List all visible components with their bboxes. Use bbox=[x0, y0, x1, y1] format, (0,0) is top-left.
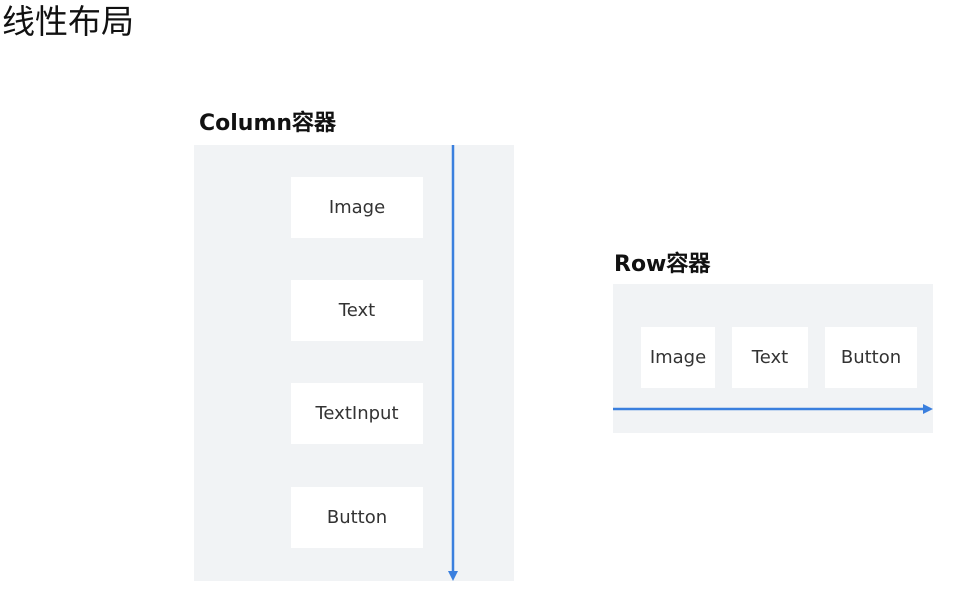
column-container-label: Column容器 bbox=[199, 111, 337, 136]
column-item-textinput: TextInput bbox=[291, 383, 423, 444]
row-item-image: Image bbox=[641, 327, 715, 388]
row-item-button: Button bbox=[825, 327, 917, 388]
row-item-text: Text bbox=[732, 327, 808, 388]
page-title: 线性布局 bbox=[2, 2, 134, 41]
column-item-button: Button bbox=[291, 487, 423, 548]
column-container: Image Text TextInput Button bbox=[194, 145, 514, 581]
column-main-axis-arrow-icon bbox=[448, 145, 458, 581]
column-item-text: Text bbox=[291, 280, 423, 341]
column-item-image: Image bbox=[291, 177, 423, 238]
row-main-axis-arrow-icon bbox=[613, 404, 933, 414]
row-container-label: Row容器 bbox=[614, 252, 711, 277]
